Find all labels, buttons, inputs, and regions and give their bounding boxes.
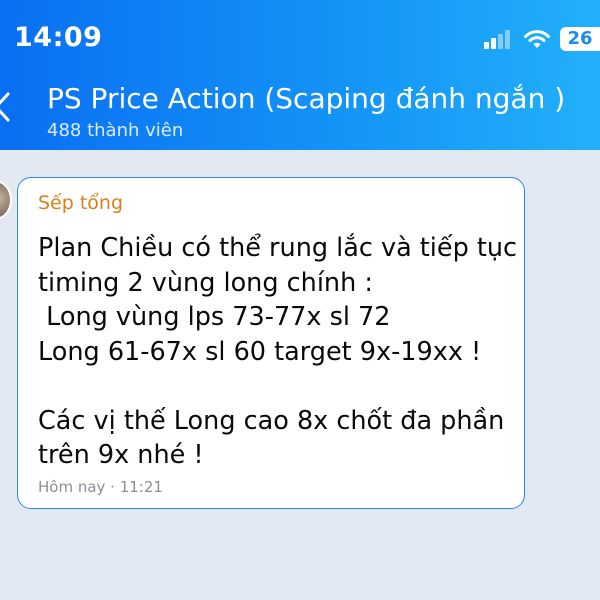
message-bubble[interactable]: Sếp tổng Plan Chiều có thể rung lắc và t…: [17, 177, 525, 509]
avatar[interactable]: [0, 180, 12, 220]
message-text: Plan Chiều có thể rung lắc và tiếp tục t…: [38, 233, 518, 470]
chat-header: 14:09 26 PS Price Action (Scaping đánh n…: [0, 0, 600, 150]
battery-icon: 26: [560, 27, 600, 51]
member-count: 488 thành viên: [47, 120, 184, 141]
chat-screen: 14:09 26 PS Price Action (Scaping đánh n…: [0, 0, 600, 600]
message-time: Hôm nay · 11:21: [38, 478, 163, 496]
status-time: 14:09: [14, 22, 103, 53]
sender-name[interactable]: Sếp tổng: [38, 192, 123, 214]
wifi-icon: [524, 30, 550, 48]
status-icons: 26: [484, 24, 600, 54]
chevron-left-icon[interactable]: [0, 92, 10, 122]
group-title[interactable]: PS Price Action (Scaping đánh ngắn ): [47, 82, 565, 115]
signal-bars-icon: [484, 29, 512, 49]
